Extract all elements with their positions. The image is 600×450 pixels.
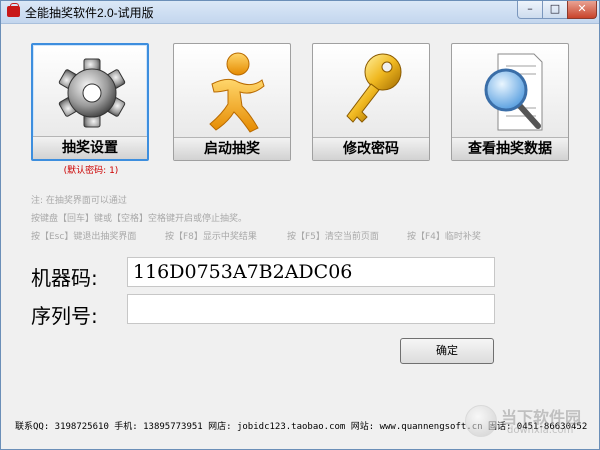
shortcut-f5: 按【F5】清空当前页面 xyxy=(287,232,379,242)
window-title: 全能抽奖软件2.0-试用版 xyxy=(25,6,154,20)
serial-number-label: 序列号: xyxy=(31,304,98,328)
note-line-1: 注: 在抽奖界面可以通过 xyxy=(31,196,127,206)
start-lottery-button[interactable]: 启动抽奖 xyxy=(173,43,291,161)
running-man-icon xyxy=(209,52,265,133)
watermark-logo: 当下软件园 downxia.com xyxy=(465,403,591,441)
gear-icon xyxy=(58,58,126,128)
machine-code-label: 机器码: xyxy=(31,266,98,290)
machine-code-field[interactable]: 116D0753A7B2ADC06 xyxy=(127,257,495,287)
title-bar[interactable]: 全能抽奖软件2.0-试用版 – □ ✕ xyxy=(1,1,599,24)
watermark-url: downxia.com xyxy=(507,425,574,436)
minimize-button[interactable]: – xyxy=(517,1,543,19)
app-window: 全能抽奖软件2.0-试用版 – □ ✕ 抽奖设置 启动抽奖 修改密码 查看抽奖数… xyxy=(0,0,600,450)
magnifier-document-icon xyxy=(484,53,543,131)
shortcut-esc: 按【Esc】键退出抽奖界面 xyxy=(31,232,137,242)
key-icon xyxy=(346,53,402,123)
view-lottery-data-button[interactable]: 查看抽奖数据 xyxy=(451,43,569,161)
lottery-settings-button[interactable]: 抽奖设置 xyxy=(31,43,149,161)
shortcut-f4: 按【F4】临时补奖 xyxy=(407,232,481,242)
tile-label: 启动抽奖 xyxy=(174,137,290,160)
default-password-hint: (默认密码: 1) xyxy=(63,166,119,176)
tile-label: 修改密码 xyxy=(313,137,429,160)
app-icon xyxy=(7,3,20,17)
note-line-2: 按键盘【回车】键或【空格】空格键开启或停止抽奖。 xyxy=(31,214,248,224)
tile-label: 查看抽奖数据 xyxy=(452,137,568,160)
watermark-icon xyxy=(465,405,497,437)
shortcut-f8: 按【F8】显示中奖结果 xyxy=(165,232,257,242)
maximize-button[interactable]: □ xyxy=(542,1,568,19)
change-password-button[interactable]: 修改密码 xyxy=(312,43,430,161)
tile-label: 抽奖设置 xyxy=(33,136,147,159)
close-button[interactable]: ✕ xyxy=(567,1,597,19)
serial-number-input[interactable] xyxy=(127,294,495,324)
confirm-button[interactable]: 确定 xyxy=(400,338,494,364)
